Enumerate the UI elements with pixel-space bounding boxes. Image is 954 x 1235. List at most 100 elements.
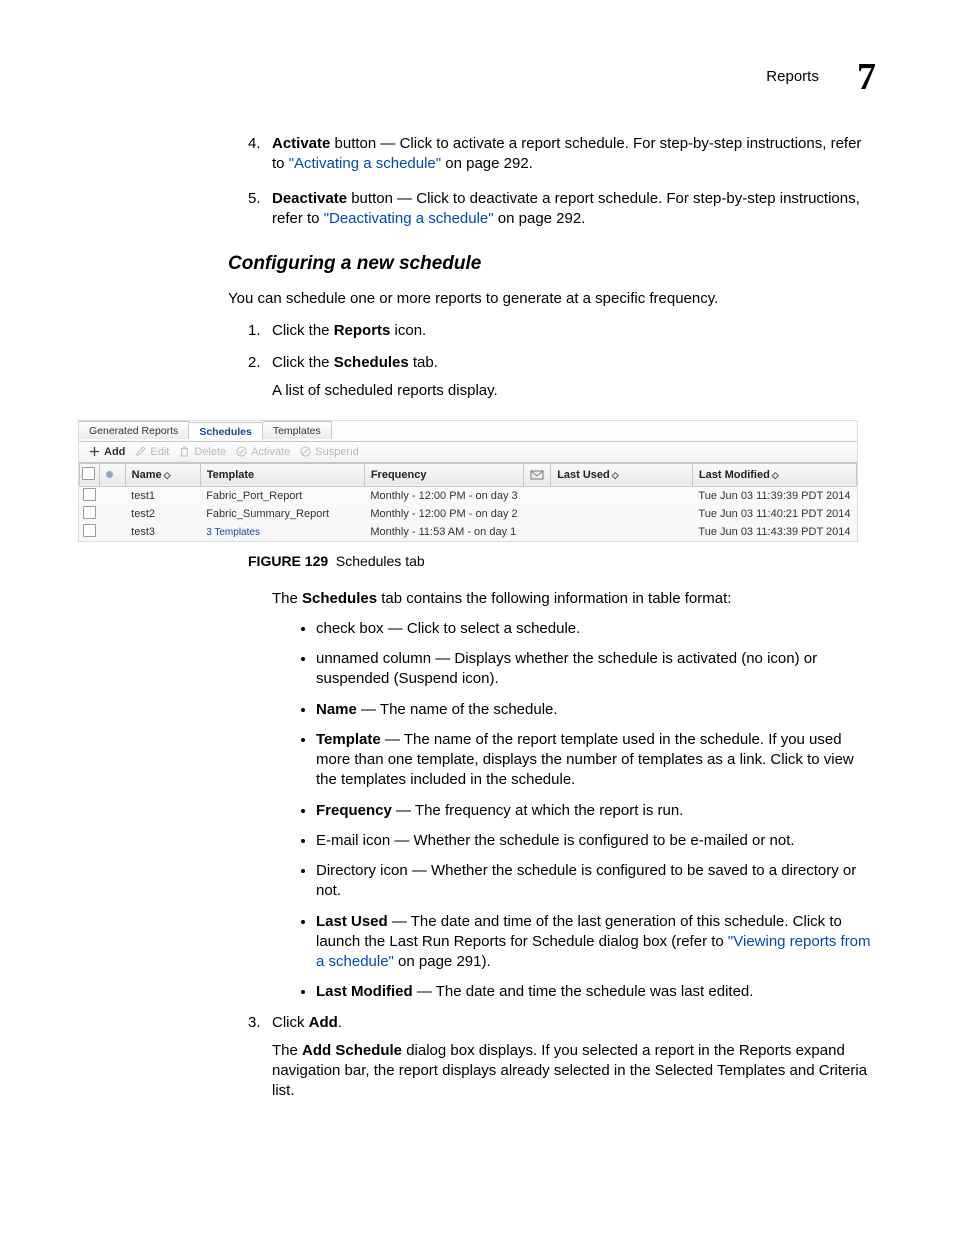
figure-title: Schedules tab xyxy=(336,553,425,569)
body-text: — The date and time the schedule was las… xyxy=(413,983,754,1000)
cell-lastused xyxy=(551,505,693,523)
row-status xyxy=(100,505,125,523)
toolbar-label: Delete xyxy=(194,446,226,458)
col-frequency[interactable]: Frequency xyxy=(364,463,523,486)
term-deactivate: Deactivate xyxy=(272,190,347,207)
term-name: Name xyxy=(316,701,357,718)
list-number: 4. xyxy=(248,134,272,175)
col-label: Name xyxy=(132,469,162,481)
term-lastmodified: Last Modified xyxy=(316,983,413,1000)
term-template: Template xyxy=(316,731,381,748)
pencil-icon xyxy=(135,446,146,457)
term-schedules: Schedules xyxy=(334,354,409,371)
body-text: — The name of the schedule. xyxy=(357,701,558,718)
body-text: on page 291). xyxy=(394,953,491,970)
col-label: Frequency xyxy=(371,469,427,481)
body-text: on page 292. xyxy=(494,210,586,227)
col-status xyxy=(100,463,125,486)
list-item: Last Used — The date and time of the las… xyxy=(316,912,876,973)
row-checkbox[interactable] xyxy=(80,486,100,505)
body-text: on page 292. xyxy=(441,155,533,172)
continued-ordered-list: 4. Activate button — Click to activate a… xyxy=(248,134,876,229)
sort-icon: ◇ xyxy=(772,470,776,480)
activate-button[interactable]: Activate xyxy=(236,446,290,458)
cell-name: test2 xyxy=(125,505,200,523)
mail-icon xyxy=(530,468,544,482)
trash-icon xyxy=(179,446,190,457)
cell-lastused xyxy=(551,523,693,541)
body-text: — The name of the report template used i… xyxy=(316,731,854,789)
add-button[interactable]: Add xyxy=(89,446,125,458)
body-text: — The frequency at which the report is r… xyxy=(392,802,684,819)
suspend-button[interactable]: Suspend xyxy=(300,446,358,458)
body-text: icon. xyxy=(390,322,426,339)
cell-frequency: Monthly - 11:53 AM - on day 1 xyxy=(364,523,523,541)
intro-paragraph: You can schedule one or more reports to … xyxy=(228,289,876,309)
toolbar-label: Add xyxy=(104,446,125,458)
list-item: Last Modified — The date and time the sc… xyxy=(316,982,876,1002)
cell-name: test1 xyxy=(125,486,200,505)
header-chapter-number: 7 xyxy=(857,55,876,99)
list-item: unnamed column — Displays whether the sc… xyxy=(316,649,876,690)
cell-lastmodified: Tue Jun 03 11:40:21 PDT 2014 xyxy=(692,505,856,523)
term-add: Add xyxy=(309,1014,338,1031)
body-text: Click xyxy=(272,1014,309,1031)
col-checkbox[interactable] xyxy=(80,463,100,486)
term-frequency: Frequency xyxy=(316,802,392,819)
list-item: Directory icon — Whether the schedule is… xyxy=(316,861,876,902)
col-template[interactable]: Template xyxy=(200,463,364,486)
col-name[interactable]: Name◇ xyxy=(125,463,200,486)
cell-template: Fabric_Port_Report xyxy=(206,490,302,502)
term-activate: Activate xyxy=(272,135,330,152)
check-circle-icon xyxy=(236,446,247,457)
table-row[interactable]: test2 Fabric_Summary_Report Monthly - 12:0… xyxy=(80,505,857,523)
heading-configuring-new-schedule: Configuring a new schedule xyxy=(228,251,876,277)
cell-frequency: Monthly - 12:00 PM - on day 2 xyxy=(364,505,523,523)
list-number: 1. xyxy=(248,321,272,341)
term-schedules: Schedules xyxy=(302,590,377,607)
suspend-icon xyxy=(300,446,311,457)
toolbar-label: Activate xyxy=(251,446,290,458)
figure-129-screenshot: Generated Reports Schedules Templates Ad… xyxy=(78,420,858,542)
tab-templates[interactable]: Templates xyxy=(263,421,332,439)
col-email-icon xyxy=(524,463,551,486)
edit-button[interactable]: Edit xyxy=(135,446,169,458)
tab-schedules[interactable]: Schedules xyxy=(189,422,263,440)
delete-button[interactable]: Delete xyxy=(179,446,226,458)
cell-email xyxy=(524,523,551,541)
sort-icon: ◇ xyxy=(164,470,168,480)
link-activating-schedule[interactable]: "Activating a schedule" xyxy=(289,155,441,172)
header-section-title: Reports xyxy=(766,68,819,85)
row-checkbox[interactable] xyxy=(80,505,100,523)
list-item: E-mail icon — Whether the schedule is co… xyxy=(316,831,876,851)
col-label: Last Modified xyxy=(699,469,770,481)
list-number: 3. xyxy=(248,1013,272,1102)
term-lastused: Last Used xyxy=(316,913,388,930)
col-lastmodified[interactable]: Last Modified◇ xyxy=(692,463,856,486)
body-text: Click the xyxy=(272,322,334,339)
figure-caption: FIGURE 129 Schedules tab xyxy=(248,552,876,571)
link-deactivating-schedule[interactable]: "Deactivating a schedule" xyxy=(324,210,494,227)
cell-name: test3 xyxy=(125,523,200,541)
body-text: . xyxy=(338,1014,342,1031)
body-text: tab. xyxy=(409,354,438,371)
cell-template: Fabric_Summary_Report xyxy=(206,508,329,520)
term-add-schedule: Add Schedule xyxy=(302,1042,402,1059)
cell-email xyxy=(524,486,551,505)
term-reports: Reports xyxy=(334,322,391,339)
body-text: The xyxy=(272,1042,302,1059)
page-header: Reports 7 xyxy=(78,55,876,99)
table-row[interactable]: test1Fabric_Port_ReportMonthly - 12:00 P… xyxy=(80,486,857,505)
col-lastused[interactable]: Last Used◇ xyxy=(551,463,693,486)
table-row[interactable]: test3 3 Templates Monthly - 11:53 AM - on … xyxy=(80,523,857,541)
tab-generated-reports[interactable]: Generated Reports xyxy=(79,421,189,439)
body-text: The Schedules tab contains the following… xyxy=(272,589,876,609)
list-item: Frequency — The frequency at which the r… xyxy=(316,801,876,821)
templates-count-link[interactable]: 3 Templates xyxy=(206,527,260,538)
body-text: A list of scheduled reports display. xyxy=(272,381,498,401)
row-status xyxy=(100,486,125,505)
row-checkbox[interactable] xyxy=(80,523,100,541)
cell-email xyxy=(524,505,551,523)
toolbar-label: Edit xyxy=(150,446,169,458)
col-label: Template xyxy=(207,469,254,481)
